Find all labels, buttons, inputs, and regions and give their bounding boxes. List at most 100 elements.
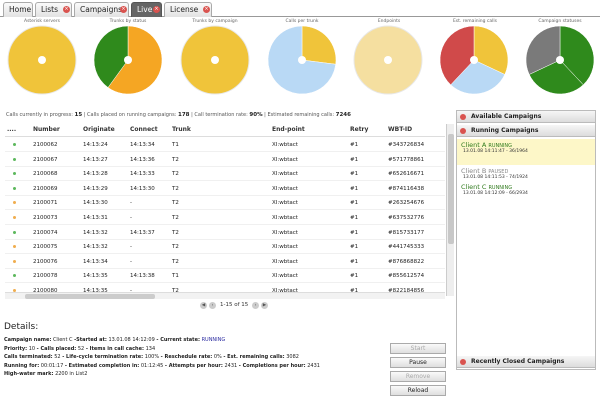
call-status-icon — [13, 172, 16, 176]
cell-trunk: T2 — [172, 200, 179, 207]
scrollbar-thumb[interactable] — [25, 294, 155, 299]
cell-originate: 14:13:32 — [83, 244, 108, 251]
cell-connect: - — [130, 200, 132, 207]
recently-closed-campaigns-header[interactable]: Recently Closed Campaigns — [457, 356, 595, 368]
table-row[interactable]: 2100074 14:13:32 14:13:37 T2 XI:wbtact #1 #815… — [5, 226, 445, 240]
detail-key: Running for: — [4, 362, 40, 369]
cell-retry: #1 — [350, 156, 359, 163]
cell-originate: 14:13:35 — [83, 273, 108, 280]
cell-trunk: T1 — [172, 273, 179, 280]
call-status-icon — [13, 216, 16, 219]
detail-value: 2431 — [307, 362, 320, 369]
remove-button[interactable]: Remove — [390, 371, 446, 382]
cell-number: 2100075 — [33, 244, 58, 251]
campaign-title: Client C RUNNING — [461, 183, 591, 191]
prev-page-icon[interactable]: ‹ — [209, 302, 216, 309]
cell-endpoint: XI:wbtact — [272, 185, 298, 192]
cell-trunk: T2 — [172, 244, 179, 251]
column-header-originate[interactable]: Originate — [83, 126, 115, 133]
cell-retry: #1 — [350, 273, 359, 280]
cell-number: 2100067 — [33, 156, 58, 163]
column-header-number[interactable]: Number — [33, 126, 60, 133]
available-campaigns-header[interactable]: Available Campaigns — [457, 111, 595, 123]
stat-remaining: 7246 — [335, 112, 351, 118]
campaign-detail: 13.01.08 14:11:53 - 74/1924 — [463, 175, 528, 180]
pager-text: 1-15 of 15 — [220, 302, 249, 308]
details-line: Running for: 00:01:17 - Estimated comple… — [4, 362, 384, 371]
call-status-icon — [13, 259, 16, 263]
pie-charts — [7, 25, 595, 95]
campaign-detail: 13.01.08 14:12:09 - 66/2934 — [463, 191, 528, 196]
campaign-item[interactable]: Client C RUNNING 13.01.08 14:12:09 - 66/29… — [457, 181, 595, 197]
last-page-icon[interactable]: ▶ — [261, 302, 268, 309]
cell-endpoint: XI:wbtact — [272, 244, 298, 251]
campaign-item[interactable]: Client B PAUSED 13.01.08 14:11:53 - 74/192… — [457, 165, 595, 181]
table-row[interactable]: 2100071 14:13:30 - T2 XI:wbtact #1 #263254676 — [5, 196, 445, 211]
cell-trunk: T2 — [172, 185, 179, 192]
cell-connect: 14:13:36 — [130, 156, 155, 163]
pie-center-hole — [211, 56, 219, 64]
folder-icon — [460, 359, 466, 365]
details-panel: Details: Campaign name: Client C -Starte… — [4, 322, 384, 379]
campaign-name: Client A — [461, 141, 487, 149]
detail-value: 10 — [28, 345, 36, 352]
table-horizontal-scrollbar[interactable] — [5, 292, 445, 299]
column-header-retry[interactable]: Retry — [350, 126, 368, 133]
column-header-status[interactable]: .... — [7, 126, 16, 133]
running-campaigns-header[interactable]: Running Campaigns — [457, 125, 595, 137]
table-vertical-scrollbar[interactable] — [446, 124, 454, 296]
stat-in-progress: 15 — [74, 112, 83, 118]
call-status-icon — [13, 186, 16, 190]
cell-originate: 14:13:32 — [83, 229, 108, 236]
cell-number: 2100071 — [33, 200, 58, 207]
campaign-title: Client B PAUSED — [461, 167, 591, 175]
cell-retry: #1 — [350, 200, 359, 207]
table-row[interactable]: 2100073 14:13:31 - T2 XI:wbtact #1 #637532776 — [5, 211, 445, 225]
detail-key: - Completions per hour: — [238, 362, 306, 369]
cell-retry: #1 — [350, 142, 359, 148]
detail-value: 3082 — [286, 354, 299, 360]
scrollbar-thumb[interactable] — [448, 134, 454, 244]
detail-value: 2431 — [224, 362, 238, 369]
pause-button[interactable]: Pause — [390, 357, 446, 368]
reload-button[interactable]: Reload — [390, 385, 446, 396]
table-row[interactable]: 2100076 14:13:34 - T2 XI:wbtact #1 #876868822 — [5, 255, 445, 269]
table-row[interactable]: 2100067 14:13:27 14:13:36 T2 XI:wbtact #1 #571… — [5, 153, 445, 167]
detail-value: 134 — [145, 345, 156, 352]
cell-endpoint: XI:wbtact — [272, 142, 298, 148]
cell-trunk: T1 — [172, 142, 179, 148]
detail-value: 52 — [77, 345, 85, 352]
cell-originate: 14:13:34 — [83, 258, 108, 265]
next-page-icon[interactable]: › — [252, 302, 259, 309]
column-header-connect[interactable]: Connect — [130, 126, 158, 133]
detail-key: - Items in call cache: — [85, 345, 145, 352]
cell-wbtid: #815733177 — [388, 229, 425, 236]
cell-endpoint: XI:wbtact — [272, 258, 298, 265]
stat-label: Calls currently in progress: — [6, 112, 73, 118]
detail-value: 52 — [54, 354, 61, 360]
cell-number: 2100076 — [33, 258, 58, 265]
table-row[interactable]: 2100062 14:13:24 14:13:34 T1 XI:wbtact #1 #343… — [5, 138, 445, 152]
cell-retry: #1 — [350, 244, 359, 251]
cell-trunk: T2 — [172, 258, 179, 265]
start-button[interactable]: Start — [390, 343, 446, 354]
call-status-icon — [13, 143, 16, 146]
column-header-wbtid[interactable]: WBT-ID — [388, 126, 412, 133]
column-header-endpoint[interactable]: End-point — [272, 126, 305, 133]
cell-originate: 14:13:29 — [83, 185, 108, 192]
column-header-trunk[interactable]: Trunk — [172, 126, 191, 133]
table-row[interactable]: 2100069 14:13:29 14:13:30 T2 XI:wbtact #1 #874… — [5, 182, 445, 196]
calls-table: .... Number Originate Connect Trunk End-… — [5, 124, 445, 316]
table-row[interactable]: 2100068 14:13:28 14:13:33 T2 XI:wbtact #1 #652… — [5, 167, 445, 182]
cell-retry: #1 — [350, 185, 359, 192]
cell-connect: 14:13:37 — [130, 229, 155, 236]
campaign-item[interactable]: Client A RUNNING 13.01.08 14:11:47 - 36/19… — [457, 139, 595, 165]
table-row[interactable]: 2100078 14:13:35 14:13:38 T1 XI:wbtact #1 #855… — [5, 269, 445, 284]
detail-key: - Current state: — [156, 337, 200, 343]
running-campaigns-label: Running Campaigns — [471, 127, 539, 134]
call-status-icon — [13, 201, 16, 205]
table-row[interactable]: 2100075 14:13:32 - T2 XI:wbtact #1 #441745333 — [5, 240, 445, 255]
cell-endpoint: XI:wbtact — [272, 215, 298, 221]
cell-wbtid: #874116438 — [388, 185, 425, 192]
first-page-icon[interactable]: ◀ — [200, 302, 207, 309]
